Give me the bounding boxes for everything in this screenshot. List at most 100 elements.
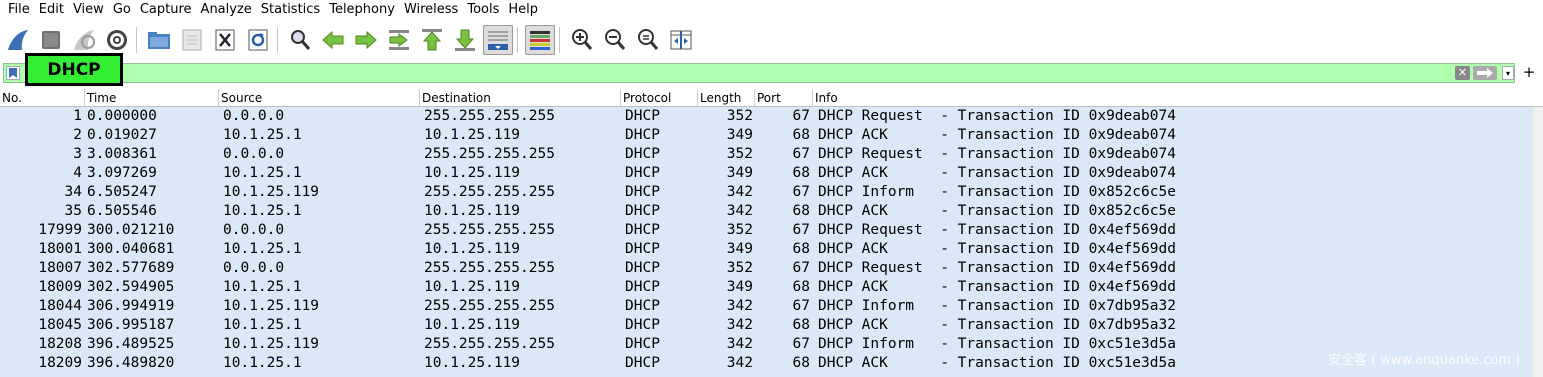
cell-destination: 255.255.255.255 <box>424 146 555 162</box>
apply-filter-arrow-icon[interactable] <box>1473 66 1497 80</box>
cell-destination: 255.255.255.255 <box>424 108 555 124</box>
packet-row[interactable]: 3 3.008361 0.0.0.0 255.255.255.255 DHCP 352 67… <box>0 145 1533 164</box>
display-filter-bar <box>0 62 1543 86</box>
cell-info: DHCP Request - Transaction ID 0x9deab074 <box>818 108 1176 124</box>
cell-protocol: DHCP <box>625 241 660 257</box>
colorize-icon[interactable] <box>525 25 555 55</box>
go-first-icon[interactable] <box>417 25 447 55</box>
cell-length: 352 <box>726 260 753 276</box>
cell-source: 10.1.25.119 <box>223 298 320 314</box>
menu-analyze[interactable]: Analyze <box>197 0 256 20</box>
cell-length: 342 <box>726 298 753 314</box>
vertical-scrollbar[interactable] <box>1533 107 1543 377</box>
cell-source: 10.1.25.1 <box>223 317 302 333</box>
cell-no: 18045 <box>38 317 82 333</box>
find-packet-icon[interactable] <box>285 25 315 55</box>
cell-destination: 10.1.25.119 <box>424 203 521 219</box>
cell-length: 342 <box>726 336 753 352</box>
cell-info: DHCP Inform - Transaction ID 0x7db95a32 <box>818 298 1176 314</box>
filter-bookmark-icon[interactable] <box>6 66 20 80</box>
packet-row[interactable]: 34 6.505247 10.1.25.119 255.255.255.255 DHCP… <box>0 183 1533 202</box>
cell-time: 306.994919 <box>87 298 175 314</box>
cell-protocol: DHCP <box>625 165 660 181</box>
clear-filter-icon[interactable]: ✕ <box>1455 66 1470 80</box>
save-file-icon[interactable] <box>177 25 207 55</box>
cell-info: DHCP ACK - Transaction ID 0xc51e3d5a <box>818 355 1176 371</box>
column-header-destination[interactable]: Destination <box>420 89 621 106</box>
column-header-protocol[interactable]: Protocol <box>621 89 698 106</box>
column-header-port[interactable]: Port <box>755 89 813 106</box>
menu-view[interactable]: View <box>69 0 108 20</box>
reload-icon[interactable] <box>243 25 273 55</box>
resize-columns-icon[interactable] <box>666 25 696 55</box>
cell-port: 68 <box>792 317 810 333</box>
add-filter-button[interactable]: + <box>1522 63 1536 81</box>
close-file-icon[interactable] <box>210 25 240 55</box>
cell-no: 18208 <box>38 336 82 352</box>
cell-port: 68 <box>792 165 810 181</box>
cell-port: 68 <box>792 241 810 257</box>
packet-row[interactable]: 18007 302.577689 0.0.0.0 255.255.255.255 DHC… <box>0 259 1533 278</box>
cell-time: 6.505546 <box>87 203 157 219</box>
restart-capture-icon[interactable] <box>69 25 99 55</box>
cell-protocol: DHCP <box>625 222 660 238</box>
menu-help[interactable]: Help <box>504 0 542 20</box>
column-header-length[interactable]: Length <box>698 89 755 106</box>
menu-file[interactable]: File <box>4 0 34 20</box>
column-header-no[interactable]: No. <box>0 89 85 106</box>
column-header-time[interactable]: Time <box>85 89 219 106</box>
go-last-icon[interactable] <box>450 25 480 55</box>
packet-row[interactable]: 35 6.505546 10.1.25.1 10.1.25.119 DHCP 342 68 D… <box>0 202 1533 221</box>
packet-row[interactable]: 17999 300.021210 0.0.0.0 255.255.255.255 DHC… <box>0 221 1533 240</box>
zoom-out-icon[interactable] <box>600 25 630 55</box>
packet-row[interactable]: 2 0.019027 10.1.25.1 10.1.25.119 DHCP 349 68 DH… <box>0 126 1533 145</box>
cell-info: DHCP ACK - Transaction ID 0x852c6c5e <box>818 203 1176 219</box>
go-to-packet-icon[interactable] <box>384 25 414 55</box>
packet-row[interactable]: 18045 306.995187 10.1.25.1 10.1.25.119 DHCP 3… <box>0 316 1533 335</box>
cell-length: 352 <box>726 108 753 124</box>
packet-row[interactable]: 18209 396.489820 10.1.25.1 10.1.25.119 DHCP 3… <box>0 354 1533 373</box>
packet-row[interactable]: 18009 302.594905 10.1.25.1 10.1.25.119 DHCP 3… <box>0 278 1533 297</box>
zoom-normal-icon[interactable] <box>633 25 663 55</box>
shark-fin-start-icon[interactable] <box>3 25 33 55</box>
cell-length: 352 <box>726 146 753 162</box>
cell-source: 0.0.0.0 <box>223 146 285 162</box>
menu-capture[interactable]: Capture <box>136 0 196 20</box>
column-header-source[interactable]: Source <box>219 89 420 106</box>
menu-statistics[interactable]: Statistics <box>257 0 324 20</box>
cell-info: DHCP Inform - Transaction ID 0xc51e3d5a <box>818 336 1176 352</box>
capture-options-gear-icon[interactable] <box>102 25 132 55</box>
filter-history-dropdown-icon[interactable]: ▾ <box>1502 66 1514 80</box>
zoom-in-icon[interactable] <box>567 25 597 55</box>
packet-row[interactable]: 18001 300.040681 10.1.25.1 10.1.25.119 DHCP 3… <box>0 240 1533 259</box>
cell-protocol: DHCP <box>625 203 660 219</box>
cell-length: 349 <box>726 127 753 143</box>
display-filter-value[interactable]: DHCP <box>25 53 123 86</box>
packet-row[interactable]: 18208 396.489525 10.1.25.119 255.255.255.25… <box>0 335 1533 354</box>
open-folder-icon[interactable] <box>144 25 174 55</box>
cell-destination: 10.1.25.119 <box>424 165 521 181</box>
cell-destination: 10.1.25.119 <box>424 355 521 371</box>
cell-destination: 10.1.25.119 <box>424 279 521 295</box>
display-filter-input[interactable] <box>3 63 1515 83</box>
stop-capture-icon[interactable] <box>36 25 66 55</box>
toolbar-separator <box>517 27 518 53</box>
menu-go[interactable]: Go <box>109 0 135 20</box>
packet-row[interactable]: 1 0.000000 0.0.0.0 255.255.255.255 DHCP 352 67… <box>0 107 1533 126</box>
menu-wireless[interactable]: Wireless <box>400 0 462 20</box>
menu-telephony[interactable]: Telephony <box>325 0 399 20</box>
autoscroll-icon[interactable] <box>483 25 513 55</box>
packet-row[interactable]: 4 3.097269 10.1.25.1 10.1.25.119 DHCP 349 68 DH… <box>0 164 1533 183</box>
go-back-icon[interactable] <box>318 25 348 55</box>
menu-edit[interactable]: Edit <box>35 0 68 20</box>
toolbar-separator <box>559 27 560 53</box>
go-forward-icon[interactable] <box>351 25 381 55</box>
cell-no: 18044 <box>38 298 82 314</box>
cell-no: 17999 <box>38 222 82 238</box>
cell-time: 396.489820 <box>87 355 175 371</box>
column-header-info[interactable]: Info <box>813 89 1533 106</box>
packet-row[interactable]: 18044 306.994919 10.1.25.119 255.255.255.25… <box>0 297 1533 316</box>
cell-destination: 10.1.25.119 <box>424 317 521 333</box>
menu-tools[interactable]: Tools <box>463 0 503 20</box>
cell-time: 300.021210 <box>87 222 175 238</box>
